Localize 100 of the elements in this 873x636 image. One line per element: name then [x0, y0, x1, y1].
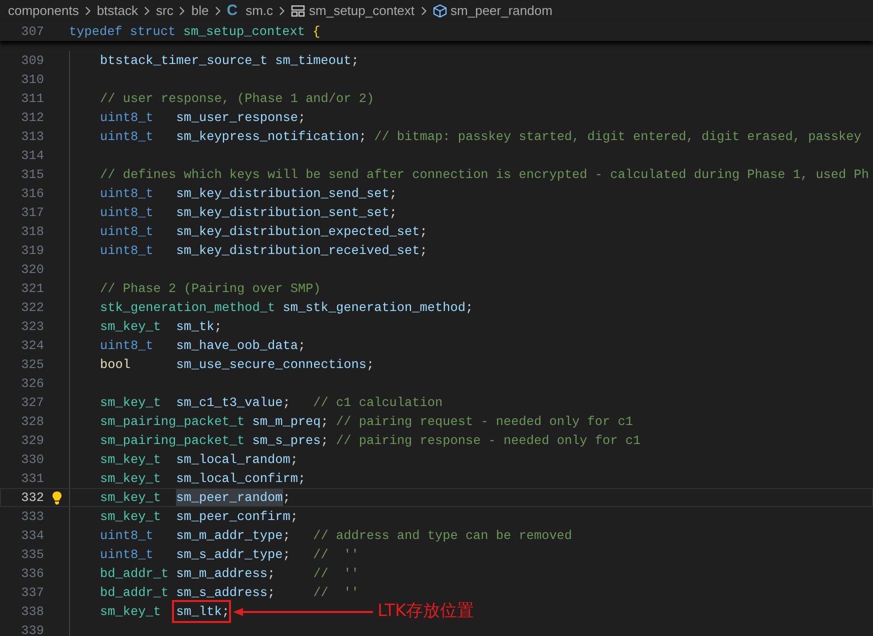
lightbulb-icon[interactable] — [52, 490, 62, 504]
code-comment: // defines which keys will be send after connection is encrypted - calculated during Phase 1, used Ph — [100, 166, 869, 184]
breadcrumb-item[interactable]: sm_peer_random — [450, 1, 552, 21]
keyword: struct — [130, 22, 176, 41]
breadcrumb-item[interactable]: ble — [191, 1, 209, 21]
field-name: sm_key_distribution_received_set — [176, 242, 420, 260]
type-name: stk_generation_method_t — [100, 298, 276, 317]
type-name: sm_key_t — [100, 602, 162, 621]
type-name: uint8_t — [100, 336, 154, 355]
keyword: typedef — [69, 22, 122, 41]
line-number: 330 — [20, 450, 44, 469]
field-name: sm_user_response — [176, 108, 298, 127]
field-name: sm_use_secure_connections — [176, 356, 366, 374]
type-name: uint8_t — [100, 108, 154, 127]
file-icon: C — [226, 0, 238, 22]
field-name: sm_s_addr_type — [176, 546, 283, 564]
type-name: sm_key_t — [100, 508, 162, 526]
breadcrumb-item[interactable]: components — [8, 1, 79, 21]
semicolon: ; — [268, 564, 276, 583]
field-name: sm_m_preq — [252, 412, 321, 431]
line-number: 309 — [20, 52, 44, 70]
struct-name: sm_setup_context — [183, 22, 306, 41]
line-number: 307 — [20, 22, 44, 41]
semicolon: ; — [320, 432, 328, 450]
arrow-icon — [233, 606, 374, 616]
semicolon: ; — [290, 450, 298, 469]
field-name: sm_local_confirm — [176, 470, 298, 488]
semicolon: ; — [282, 394, 290, 412]
field-name: sm_m_addr_type — [176, 526, 283, 545]
struct-icon — [291, 4, 306, 18]
semicolon: ; — [282, 488, 290, 507]
line-number: 323 — [20, 318, 44, 336]
line-number: 332 — [20, 488, 44, 507]
semicolon: ; — [389, 184, 397, 203]
type-name: sm_key_t — [100, 488, 162, 507]
code-comment: // pairing request - needed only for c1 — [336, 412, 633, 431]
field-name: sm_key_distribution_expected_set — [176, 222, 420, 241]
line-number: 337 — [20, 584, 44, 602]
code-comment: // '' — [313, 584, 359, 602]
breadcrumb-item[interactable]: sm.c — [246, 1, 274, 21]
field-name: sm_key_distribution_sent_set — [176, 204, 390, 222]
semicolon: ; — [358, 128, 366, 146]
field-name: sm_ltk — [176, 602, 222, 621]
code-comment: // bitmap: passkey started, digit entered, digit erased, passkey — [374, 128, 862, 146]
line-number: 334 — [20, 526, 44, 545]
line-number: 315 — [20, 166, 44, 184]
line-number: 317 — [20, 204, 44, 222]
semicolon: ; — [282, 526, 290, 545]
line-number: 311 — [20, 90, 44, 108]
type-name: uint8_t — [100, 526, 154, 545]
line-number: 320 — [20, 260, 44, 279]
type-name: bd_addr_t — [100, 584, 170, 602]
type-name: uint8_t — [100, 128, 154, 146]
semicolon: ; — [465, 298, 474, 317]
line-number: 329 — [20, 432, 44, 450]
annotation-label: LTK存放位置 — [377, 600, 474, 623]
code-comment: // '' — [313, 546, 359, 564]
semicolon: ; — [366, 356, 374, 374]
line-number: 333 — [20, 508, 44, 526]
semicolon: ; — [298, 108, 306, 127]
semicolon: ; — [268, 584, 276, 602]
semicolon: ; — [298, 470, 306, 488]
cube-icon — [432, 4, 447, 18]
code-comment: // c1 calculation — [313, 394, 443, 412]
field-name: sm_key_distribution_send_set — [176, 184, 390, 203]
type-name: btstack_timer_source_t — [100, 52, 269, 70]
field-name: sm_m_address — [176, 564, 268, 583]
code-comment: // Phase 2 (Pairing over SMP) — [100, 280, 321, 298]
field-name: sm_peer_confirm — [176, 508, 290, 526]
semicolon: ; — [351, 52, 359, 70]
code-comment: // '' — [313, 564, 359, 583]
type-name: sm_key_t — [100, 470, 162, 488]
semicolon: ; — [214, 318, 222, 336]
line-number: 339 — [20, 622, 44, 636]
line-number: 327 — [20, 394, 44, 412]
type-name: bd_addr_t — [100, 564, 170, 583]
line-number: 338 — [20, 602, 44, 621]
semicolon: ; — [320, 412, 328, 431]
semicolon: ; — [222, 602, 230, 621]
field-name: sm_s_address — [176, 584, 268, 602]
field-name: sm_timeout — [275, 52, 352, 70]
type-name: bool — [100, 356, 132, 374]
line-number: 313 — [20, 128, 44, 146]
field-name: sm_local_random — [176, 450, 290, 469]
breadcrumb-item[interactable]: sm_setup_context — [309, 1, 415, 21]
line-number: 328 — [20, 412, 44, 431]
semicolon: ; — [282, 546, 290, 564]
line-number: 335 — [20, 546, 44, 564]
field-name: sm_peer_random — [176, 488, 283, 508]
line-number: 331 — [20, 470, 44, 488]
type-name: uint8_t — [100, 204, 154, 222]
type-name: sm_key_t — [100, 394, 162, 412]
brace: { — [312, 22, 320, 41]
code-comment: // pairing response - needed only for c1 — [336, 432, 641, 450]
line-number: 321 — [20, 280, 44, 298]
type-name: sm_pairing_packet_t — [100, 432, 246, 450]
field-name: sm_stk_generation_method — [282, 298, 466, 317]
breadcrumb-item[interactable]: src — [156, 1, 174, 21]
field-name: sm_tk — [176, 318, 214, 336]
breadcrumb-item[interactable]: btstack — [96, 1, 138, 21]
